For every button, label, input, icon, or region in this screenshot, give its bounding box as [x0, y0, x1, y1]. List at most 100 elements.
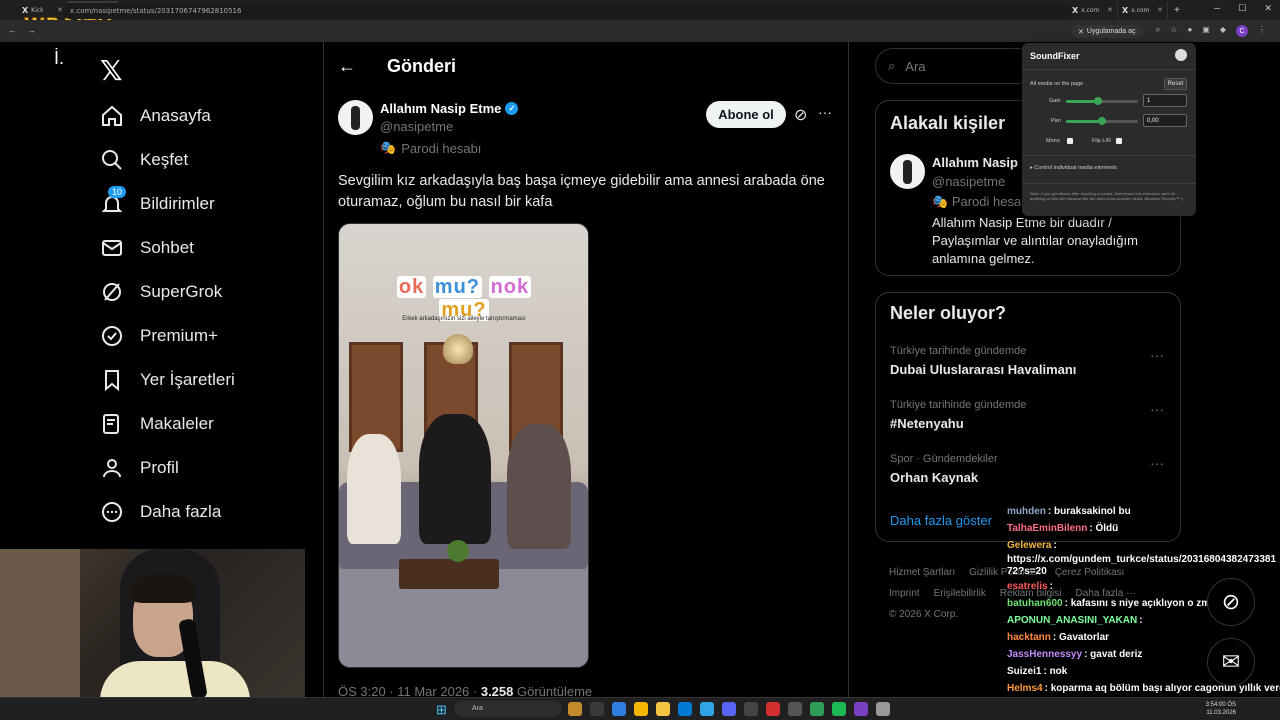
trend-item[interactable]: Türkiye tarihinde gündemde #Netenyahu: [890, 399, 1026, 431]
minimize-icon[interactable]: ─: [1214, 3, 1220, 14]
chat-username[interactable]: hacktann: [1007, 632, 1051, 643]
url-input[interactable]: x.com/nasipetme/status/20317067479628105…: [62, 3, 1072, 19]
browser-tab[interactable]: Xx.com ✕: [1068, 1, 1118, 19]
webcam-hair: [130, 573, 196, 603]
gain-input[interactable]: 1: [1143, 94, 1187, 107]
messages-fab-icon[interactable]: ✉: [1207, 638, 1255, 686]
spotify-icon[interactable]: [832, 702, 846, 716]
windows-start-icon[interactable]: ⊞: [436, 702, 447, 718]
forward-nav-icon[interactable]: →: [27, 25, 36, 35]
browser-icon[interactable]: [700, 702, 714, 716]
extension-icon[interactable]: ●: [1187, 25, 1192, 37]
nav-item-bildirimler[interactable]: 10 Bildirimler: [100, 182, 235, 226]
grok-fab-icon[interactable]: ⊘: [1207, 578, 1255, 626]
x-logo-icon[interactable]: 𝕏: [100, 54, 123, 87]
discord-icon[interactable]: [722, 702, 736, 716]
footer-link[interactable]: Imprint: [889, 588, 920, 599]
tab-close-icon[interactable]: ✕: [1107, 6, 1113, 14]
nav-item-anasayfa[interactable]: Anasayfa: [100, 94, 235, 138]
author-name[interactable]: Allahım Nasip Etme ✓: [380, 101, 519, 116]
post-video[interactable]: ok mu? nok mu? Erkek arkadaşınızın sizi …: [338, 223, 589, 668]
new-tab-icon[interactable]: +: [1174, 5, 1180, 16]
nav-item-yer-i-aretleri[interactable]: Yer İşaretleri: [100, 358, 235, 402]
footer-link[interactable]: Erişilebilirlik: [934, 588, 986, 599]
chat-username[interactable]: APONUN_ANASINI_YAKAN: [1007, 615, 1137, 626]
tab-close-icon[interactable]: ✕: [1157, 6, 1163, 14]
webcam-door: [0, 549, 80, 720]
chat-username[interactable]: TalhaEminBilenn: [1007, 523, 1087, 534]
taskview-icon[interactable]: [590, 702, 604, 716]
more-options-icon[interactable]: ···: [818, 104, 832, 120]
related-handle[interactable]: @nasipetme: [932, 174, 1005, 189]
github-icon[interactable]: [1175, 49, 1187, 61]
nav-item-premium-[interactable]: Premium+: [100, 314, 235, 358]
zoom-icon[interactable]: ⌕: [1156, 25, 1160, 37]
clock-time: 3:54:00 ÖS: [1205, 702, 1236, 708]
app-icon[interactable]: [788, 702, 802, 716]
star-icon[interactable]: ☆: [1170, 25, 1177, 37]
trend-item[interactable]: Spor · Gündemdekiler Orhan Kaynak: [890, 453, 998, 485]
show-more-link[interactable]: Daha fazla göster: [890, 513, 992, 528]
nav-item-sohbet[interactable]: Sohbet: [100, 226, 235, 270]
chat-username[interactable]: Helms4: [1007, 683, 1043, 694]
chat-username[interactable]: Suizei1: [1007, 666, 1041, 677]
nav-item-makaleler[interactable]: Makaleler: [100, 402, 235, 446]
profile-avatar[interactable]: C: [1236, 25, 1248, 37]
folder-icon[interactable]: [656, 702, 670, 716]
chat-username[interactable]: Gelewera: [1007, 540, 1051, 551]
back-arrow-icon[interactable]: ←: [338, 56, 356, 77]
pan-slider-thumb[interactable]: [1098, 117, 1106, 125]
browser-tab[interactable]: Xx.com ✕: [1118, 1, 1168, 19]
pan-slider[interactable]: [1066, 117, 1138, 125]
chat-username[interactable]: JassHennessyy: [1007, 649, 1082, 660]
individual-media-toggle[interactable]: ▸ Control individual media elements: [1030, 165, 1117, 171]
search-input[interactable]: ⌕ Ara: [875, 48, 1035, 84]
chat-username[interactable]: esatrelis: [1007, 581, 1048, 592]
follow-button[interactable]: Abone ol: [706, 101, 786, 128]
chat-username[interactable]: batuhan600: [1007, 598, 1063, 609]
nav-item-ke-fet[interactable]: Keşfet: [100, 138, 235, 182]
related-name[interactable]: Allahım Nasip: [932, 155, 1018, 170]
app-icon[interactable]: [810, 702, 824, 716]
landscape-icon[interactable]: [568, 702, 582, 716]
trend-item[interactable]: Türkiye tarihinde gündemde Dubai Uluslara…: [890, 345, 1076, 377]
reset-button[interactable]: Reset: [1164, 78, 1187, 90]
flip-checkbox[interactable]: [1116, 138, 1122, 144]
app-icon[interactable]: [854, 702, 868, 716]
app-icon[interactable]: [766, 702, 780, 716]
puzzle-icon[interactable]: ▣: [1202, 25, 1210, 37]
mono-checkbox[interactable]: [1067, 138, 1073, 144]
pan-input[interactable]: 0,00: [1143, 114, 1187, 127]
more-icon: [100, 500, 124, 524]
chat-username[interactable]: muhden: [1007, 506, 1046, 517]
trend-more-icon[interactable]: ···: [1150, 455, 1164, 471]
edge-icon[interactable]: [612, 702, 626, 716]
back-nav-icon[interactable]: ←: [8, 25, 17, 35]
menu-icon[interactable]: ⋮: [1258, 25, 1266, 37]
taskbar-clock[interactable]: 3:54:00 ÖS 11.03.2026: [1206, 701, 1236, 717]
author-handle[interactable]: @nasipetme: [380, 119, 453, 134]
nav-item-daha-fazla[interactable]: Daha fazla: [100, 490, 235, 534]
nav-item-label: Daha fazla: [140, 502, 222, 521]
store-icon[interactable]: [678, 702, 692, 716]
gain-slider-thumb[interactable]: [1094, 97, 1103, 105]
related-avatar[interactable]: [890, 154, 925, 189]
open-in-app-button[interactable]: ✕ Uygulamada aç: [1072, 25, 1142, 38]
steam-icon[interactable]: [744, 702, 758, 716]
nav-item-profil[interactable]: Profil: [100, 446, 235, 490]
taskbar-apps: [568, 702, 890, 716]
chrome-icon[interactable]: [634, 702, 648, 716]
trend-more-icon[interactable]: ···: [1150, 401, 1164, 417]
gain-slider[interactable]: [1066, 97, 1138, 105]
footer-link[interactable]: Hizmet Şartları: [889, 567, 955, 578]
chat-text: Gavatorlar: [1059, 632, 1110, 643]
copilot-icon[interactable]: ◆: [1220, 25, 1226, 37]
nav-item-supergrok[interactable]: SuperGrok: [100, 270, 235, 314]
grok-icon[interactable]: ⊘: [794, 105, 807, 125]
taskbar-search[interactable]: Ara: [454, 701, 562, 717]
app-icon[interactable]: [876, 702, 890, 716]
author-avatar[interactable]: [338, 100, 373, 135]
maximize-icon[interactable]: ☐: [1238, 3, 1246, 14]
close-window-icon[interactable]: ✕: [1264, 3, 1272, 14]
trend-more-icon[interactable]: ···: [1150, 347, 1164, 363]
